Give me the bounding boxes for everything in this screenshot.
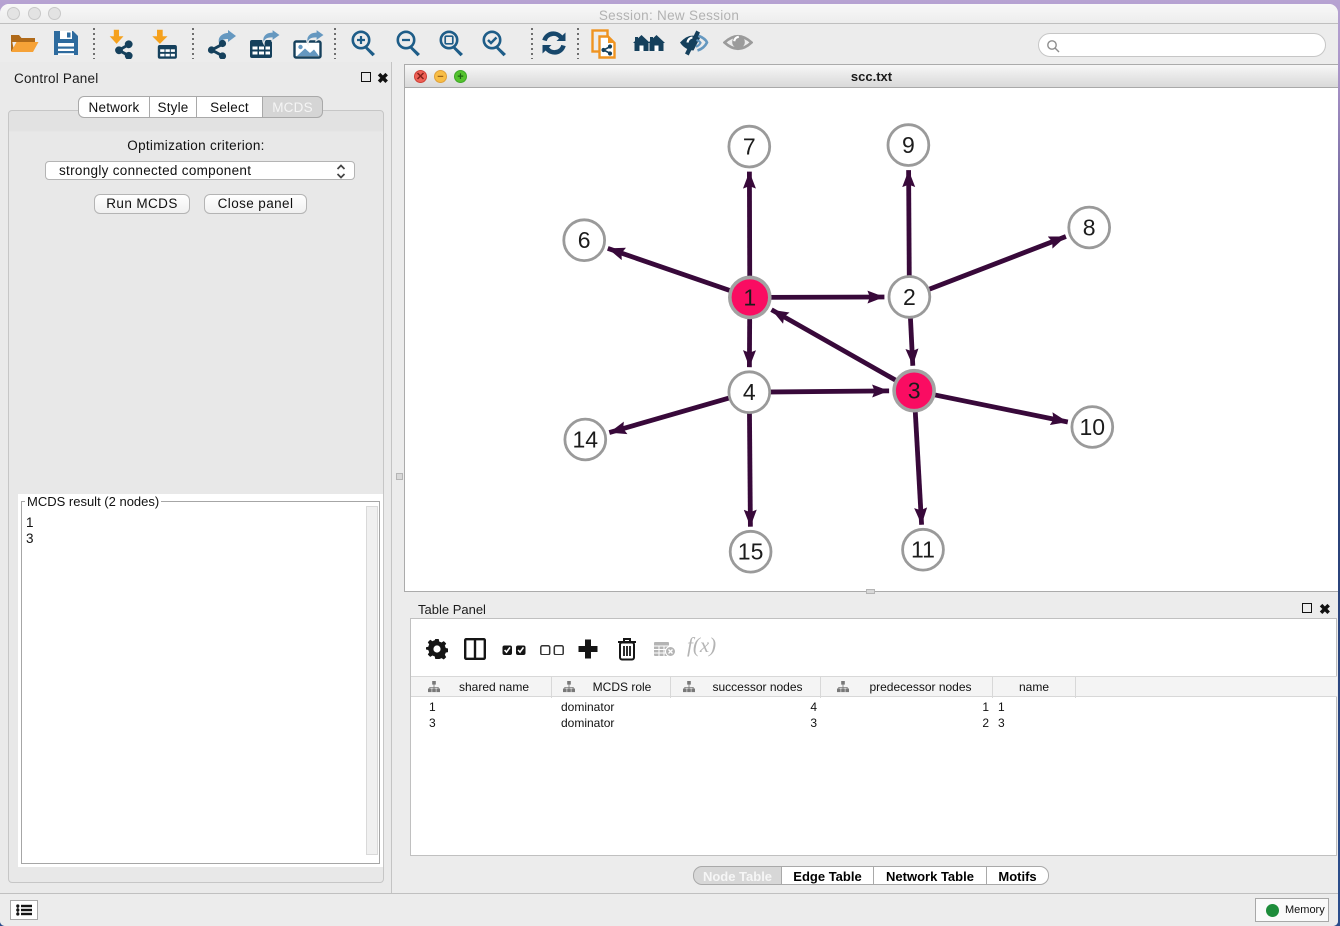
svg-text:3: 3 [908, 378, 921, 404]
svg-text:11: 11 [911, 537, 935, 563]
svg-text:4: 4 [743, 379, 756, 405]
svg-text:9: 9 [902, 132, 915, 158]
svg-text:1: 1 [743, 284, 756, 310]
svg-text:10: 10 [1080, 414, 1106, 440]
svg-text:8: 8 [1083, 215, 1096, 241]
svg-text:15: 15 [738, 539, 764, 565]
svg-text:14: 14 [573, 427, 599, 453]
svg-text:7: 7 [743, 134, 756, 160]
svg-text:6: 6 [578, 227, 591, 253]
svg-text:2: 2 [903, 284, 916, 310]
